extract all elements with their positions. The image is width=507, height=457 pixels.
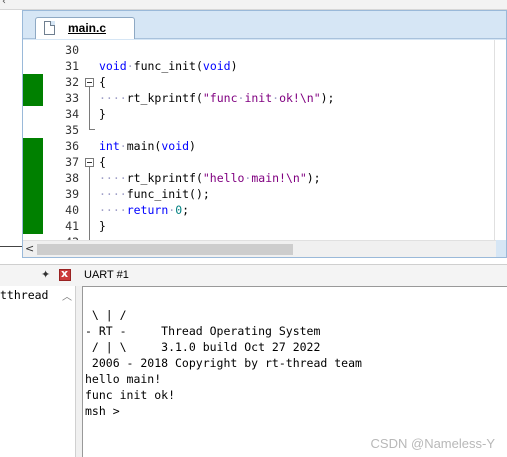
uart-tab-title[interactable]: UART #1 (84, 269, 129, 281)
line-number: 38 (65, 171, 79, 185)
breakpoint-marker[interactable] (23, 74, 43, 90)
tab-main-c[interactable]: main.c (35, 17, 135, 39)
code-line[interactable]: ····func_init(); (99, 186, 210, 202)
fold-collapse-icon[interactable] (85, 158, 94, 167)
output-panel-header: ✦ x UART #1 (0, 264, 507, 286)
code-editor-window: main.c 30 31 void·func_init(void) 32 {33 ····… (22, 10, 507, 258)
scrollbar-thumb[interactable] (37, 244, 293, 255)
file-icon (44, 21, 55, 35)
watermark: CSDN @Nameless-Y (370, 436, 495, 451)
fold-gutter (85, 40, 97, 240)
terminal-line: msh > (85, 404, 120, 418)
code-line[interactable]: ····rt_kprintf("func·init·ok!\n"); (99, 90, 334, 106)
breakpoint-marker[interactable] (23, 186, 43, 202)
collapse-arrow-icon[interactable]: ‹ (2, 0, 6, 7)
code-area[interactable]: 30 31 void·func_init(void) 32 {33 ····rt_kpri… (23, 40, 496, 240)
line-number: 33 (65, 91, 79, 105)
terminal-line: 2006 - 2018 Copyright by rt-thread team (85, 356, 362, 370)
horizontal-scrollbar[interactable]: < (23, 240, 496, 257)
line-number: 34 (65, 107, 79, 121)
pin-icon[interactable]: ✦ (41, 268, 50, 281)
breakpoint-marker[interactable] (23, 202, 43, 218)
breakpoint-gutter[interactable] (23, 40, 43, 240)
scroll-left-icon[interactable]: < (25, 242, 34, 255)
breakpoint-marker[interactable] (23, 154, 43, 170)
terminal-line: hello main! (85, 372, 162, 386)
uart-terminal[interactable]: CSDN @Nameless-Y \ | / - RT - Thread Oper… (82, 286, 507, 457)
fold-line (89, 167, 90, 240)
close-button[interactable]: x (59, 267, 71, 281)
tab-label: main.c (68, 21, 107, 35)
divider (0, 246, 22, 247)
code-line[interactable]: { (99, 74, 106, 90)
code-line[interactable]: } (99, 106, 106, 122)
line-number: 31 (65, 59, 79, 73)
left-pane-text: tthread (0, 288, 49, 302)
breakpoint-marker[interactable] (23, 170, 43, 186)
code-line[interactable]: void·func_init(void) (99, 58, 238, 74)
scroll-up-icon[interactable]: ︿ (62, 288, 74, 303)
fold-collapse-icon[interactable] (85, 78, 94, 87)
top-strip: ‹ (0, 0, 507, 10)
line-number: 37 (65, 155, 79, 169)
breakpoint-marker[interactable] (23, 218, 43, 234)
vertical-scrollbar[interactable] (494, 40, 506, 240)
code-line[interactable]: } (99, 218, 106, 234)
terminal-line: \ | / (85, 308, 127, 322)
breakpoint-marker[interactable] (23, 90, 43, 106)
fold-line (89, 87, 90, 129)
code-line[interactable]: int·main(void) (99, 138, 196, 154)
code-line[interactable]: ····return·0; (99, 202, 189, 218)
line-number: 30 (65, 43, 79, 57)
line-number: 35 (65, 123, 79, 137)
line-number: 32 (65, 75, 79, 89)
fold-end (89, 129, 95, 130)
breakpoint-marker[interactable] (23, 138, 43, 154)
terminal-line: - RT - Thread Operating System (85, 324, 321, 338)
line-number: 36 (65, 139, 79, 153)
terminal-line: / | \ 3.1.0 build Oct 27 2022 (85, 340, 321, 354)
code-line[interactable]: ····rt_kprintf("hello·main!\n"); (99, 170, 321, 186)
close-icon: x (61, 267, 69, 280)
code-line[interactable]: { (99, 154, 106, 170)
left-background (0, 10, 22, 258)
left-pane: tthread ︿ (0, 286, 76, 457)
line-number: 40 (65, 203, 79, 217)
line-number: 41 (65, 219, 79, 233)
line-number: 39 (65, 187, 79, 201)
terminal-line: func init ok! (85, 388, 176, 402)
editor-tabbar: main.c (23, 11, 506, 39)
